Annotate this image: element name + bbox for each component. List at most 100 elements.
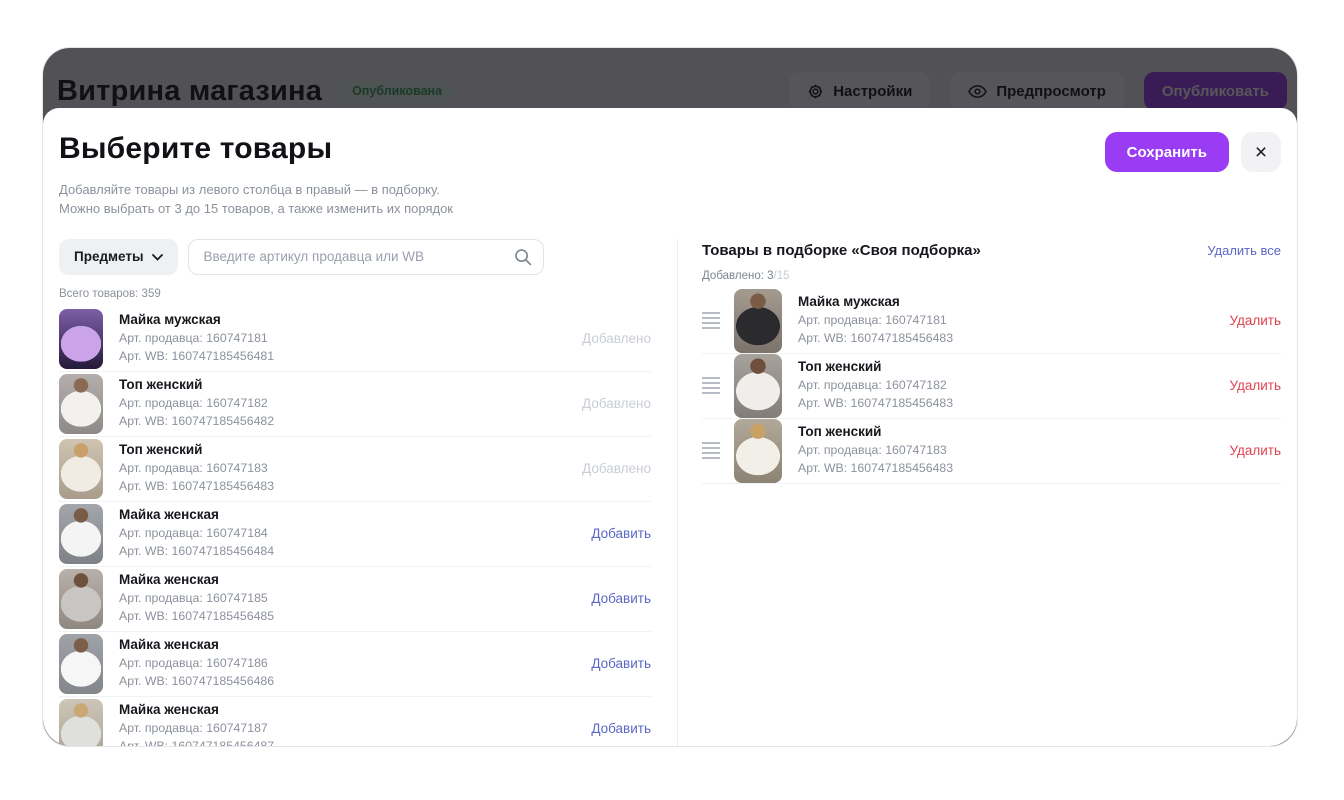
product-info: Топ женский Арт. продавца: 160747183 Арт…	[119, 442, 570, 494]
product-thumbnail	[734, 419, 782, 483]
selection-product-row: Топ женский Арт. продавца: 160747182 Арт…	[702, 354, 1281, 419]
product-seller-article: Арт. продавца: 160747182	[119, 395, 570, 412]
product-info: Топ женский Арт. продавца: 160747182 Арт…	[798, 359, 1217, 411]
modal-title: Выберите товары	[59, 132, 1105, 166]
selection-title: Товары в подборке «Своя подборка»	[702, 242, 981, 259]
catalog-controls: Предметы	[59, 239, 651, 275]
catalog-column: Предметы Всего товаров: 359 Ма	[59, 239, 677, 746]
close-icon: ×	[1255, 141, 1267, 164]
product-name: Майка женская	[119, 572, 579, 587]
drag-handle-icon[interactable]	[702, 442, 720, 459]
product-wb-article: Арт. WB: 160747185456485	[119, 608, 579, 625]
product-seller-article: Арт. продавца: 160747186	[119, 655, 579, 672]
add-product-link[interactable]: Добавить	[579, 721, 651, 736]
product-added-status: Добавлено	[570, 396, 651, 411]
selection-column: Товары в подборке «Своя подборка» Удалит…	[678, 239, 1281, 746]
added-counter: Добавлено: 3/15	[702, 270, 1281, 282]
remove-product-link[interactable]: Удалить	[1217, 313, 1281, 328]
catalog-product-row: Майка женская Арт. продавца: 160747187 А…	[59, 697, 651, 747]
product-seller-article: Арт. продавца: 160747185	[119, 590, 579, 607]
search-field-wrap	[188, 239, 544, 275]
product-added-status: Добавлено	[570, 461, 651, 476]
product-thumbnail	[734, 354, 782, 418]
product-info: Майка женская Арт. продавца: 160747184 А…	[119, 507, 579, 559]
product-wb-article: Арт. WB: 160747185456483	[798, 460, 1217, 477]
total-products-label: Всего товаров: 359	[59, 288, 651, 300]
modal-description-line1: Добавляйте товары из левого столбца в пр…	[59, 181, 1281, 200]
product-thumbnail	[59, 569, 103, 629]
product-name: Майка женская	[119, 637, 579, 652]
product-info: Топ женский Арт. продавца: 160747183 Арт…	[798, 424, 1217, 476]
product-info: Топ женский Арт. продавца: 160747182 Арт…	[119, 377, 570, 429]
product-thumbnail	[59, 374, 103, 434]
catalog-product-row: Топ женский Арт. продавца: 160747182 Арт…	[59, 372, 651, 437]
product-wb-article: Арт. WB: 160747185456482	[119, 413, 570, 430]
product-thumbnail	[59, 504, 103, 564]
modal-description: Добавляйте товары из левого столбца в пр…	[59, 181, 1281, 219]
add-product-link[interactable]: Добавить	[579, 591, 651, 606]
product-info: Майка женская Арт. продавца: 160747186 А…	[119, 637, 579, 689]
product-name: Майка женская	[119, 507, 579, 522]
product-info: Майка женская Арт. продавца: 160747185 А…	[119, 572, 579, 624]
product-seller-article: Арт. продавца: 160747184	[119, 525, 579, 542]
added-total: /15	[774, 270, 790, 282]
drag-handle-icon[interactable]	[702, 312, 720, 329]
product-thumbnail	[59, 699, 103, 747]
product-name: Топ женский	[798, 359, 1217, 374]
search-icon[interactable]	[514, 248, 532, 271]
added-count: Добавлено: 3	[702, 270, 774, 282]
remove-product-link[interactable]: Удалить	[1217, 378, 1281, 393]
product-wb-article: Арт. WB: 160747185456484	[119, 543, 579, 560]
catalog-product-row: Майка женская Арт. продавца: 160747184 А…	[59, 502, 651, 567]
drag-handle-icon[interactable]	[702, 377, 720, 394]
remove-product-link[interactable]: Удалить	[1217, 443, 1281, 458]
product-info: Майка мужская Арт. продавца: 160747181 А…	[119, 312, 570, 364]
search-input[interactable]	[188, 239, 544, 275]
app-window: Витрина магазина Опубликована Настройки …	[42, 47, 1298, 747]
product-name: Топ женский	[119, 442, 570, 457]
close-button[interactable]: ×	[1241, 132, 1281, 172]
product-name: Топ женский	[119, 377, 570, 392]
selection-product-list: Майка мужская Арт. продавца: 160747181 А…	[702, 289, 1281, 484]
modal-columns: Предметы Всего товаров: 359 Ма	[59, 239, 1281, 746]
product-thumbnail	[59, 439, 103, 499]
product-seller-article: Арт. продавца: 160747181	[119, 330, 570, 347]
product-wb-article: Арт. WB: 160747185456483	[798, 330, 1217, 347]
product-wb-article: Арт. WB: 160747185456483	[798, 395, 1217, 412]
selection-product-row: Майка мужская Арт. продавца: 160747181 А…	[702, 289, 1281, 354]
product-wb-article: Арт. WB: 160747185456487	[119, 738, 579, 747]
modal-header: Выберите товары Сохранить ×	[59, 132, 1281, 172]
catalog-product-row: Майка мужская Арт. продавца: 160747181 А…	[59, 307, 651, 372]
product-seller-article: Арт. продавца: 160747187	[119, 720, 579, 737]
chevron-down-icon	[152, 249, 163, 264]
selection-product-row: Топ женский Арт. продавца: 160747183 Арт…	[702, 419, 1281, 484]
product-seller-article: Арт. продавца: 160747181	[798, 312, 1217, 329]
selection-header: Товары в подборке «Своя подборка» Удалит…	[702, 239, 1281, 259]
product-seller-article: Арт. продавца: 160747183	[798, 442, 1217, 459]
catalog-product-row: Майка женская Арт. продавца: 160747185 А…	[59, 567, 651, 632]
product-wb-article: Арт. WB: 160747185456483	[119, 478, 570, 495]
subjects-filter-label: Предметы	[74, 249, 143, 264]
select-products-modal: Выберите товары Сохранить × Добавляйте т…	[43, 108, 1297, 746]
product-added-status: Добавлено	[570, 331, 651, 346]
product-thumbnail	[59, 634, 103, 694]
add-product-link[interactable]: Добавить	[579, 526, 651, 541]
catalog-product-row: Майка женская Арт. продавца: 160747186 А…	[59, 632, 651, 697]
product-seller-article: Арт. продавца: 160747183	[119, 460, 570, 477]
product-wb-article: Арт. WB: 160747185456481	[119, 348, 570, 365]
remove-all-link[interactable]: Удалить все	[1207, 243, 1281, 258]
product-thumbnail	[59, 309, 103, 369]
subjects-filter-dropdown[interactable]: Предметы	[59, 239, 178, 275]
modal-description-line2: Можно выбрать от 3 до 15 товаров, а такж…	[59, 200, 1281, 219]
product-info: Майка женская Арт. продавца: 160747187 А…	[119, 702, 579, 747]
product-name: Майка мужская	[798, 294, 1217, 309]
product-name: Майка мужская	[119, 312, 570, 327]
product-wb-article: Арт. WB: 160747185456486	[119, 673, 579, 690]
product-thumbnail	[734, 289, 782, 353]
add-product-link[interactable]: Добавить	[579, 656, 651, 671]
save-button[interactable]: Сохранить	[1105, 132, 1229, 172]
product-name: Топ женский	[798, 424, 1217, 439]
product-name: Майка женская	[119, 702, 579, 717]
catalog-product-list: Майка мужская Арт. продавца: 160747181 А…	[59, 307, 651, 747]
catalog-product-row: Топ женский Арт. продавца: 160747183 Арт…	[59, 437, 651, 502]
